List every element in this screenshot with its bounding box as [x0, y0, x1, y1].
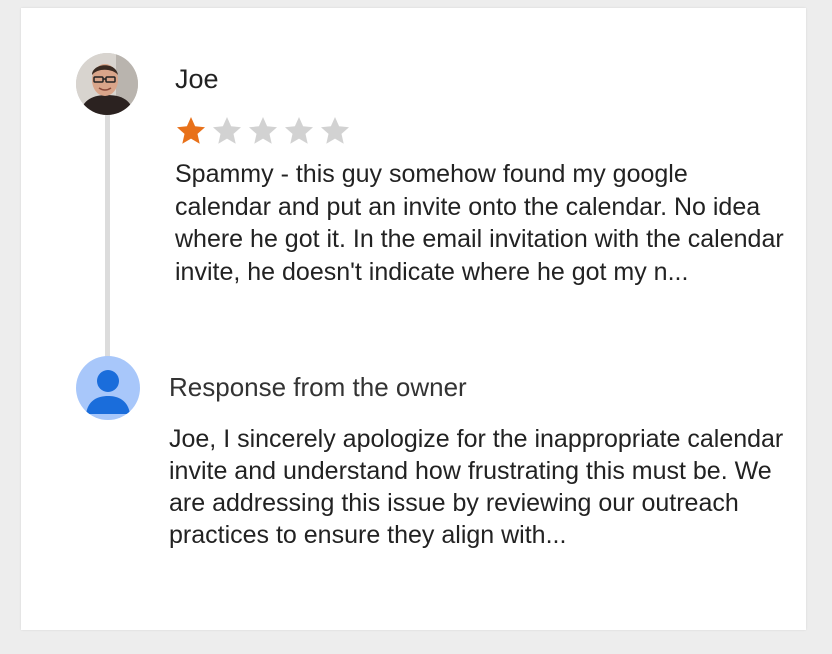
thread-connector-line — [105, 112, 110, 362]
star-filled-icon — [177, 117, 205, 144]
response-text: Joe, I sincerely apologize for the inapp… — [169, 425, 784, 549]
person-head — [97, 370, 119, 392]
person-icon — [76, 356, 140, 420]
response-title: Response from the owner — [169, 372, 467, 402]
reviewer-photo-icon — [76, 53, 138, 115]
review-text: Spammy - this guy somehow found my googl… — [175, 160, 784, 286]
star-empty-icon — [249, 117, 277, 144]
owner-avatar — [76, 356, 140, 420]
star-empty-icon — [213, 117, 241, 144]
star-empty-icon — [321, 117, 349, 144]
reviewer-name[interactable]: Joe — [175, 64, 219, 95]
star-rating — [175, 115, 351, 147]
reviewer-avatar[interactable] — [76, 53, 138, 115]
review-card: Joe Spammy - this guy somehow found my g… — [21, 8, 806, 630]
star-empty-icon — [285, 117, 313, 144]
